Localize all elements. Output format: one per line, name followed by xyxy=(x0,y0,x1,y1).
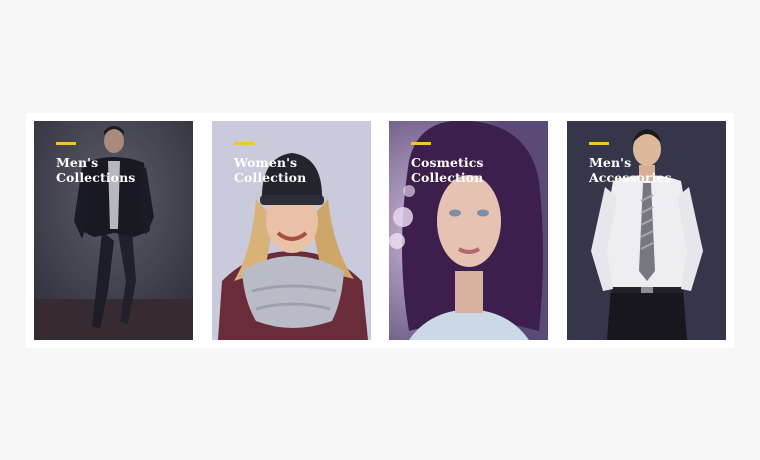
card-title: Men's Accessories xyxy=(589,155,672,185)
woman-beanie-scarf-image xyxy=(212,121,371,340)
man-shirt-tie-image xyxy=(567,121,726,340)
accent-bar xyxy=(56,142,76,145)
card-title: Cosmetics Collection xyxy=(411,155,484,185)
accent-bar xyxy=(589,142,609,145)
card-mens-collections[interactable]: Men's Collections xyxy=(34,121,193,340)
woman-portrait-image xyxy=(389,121,548,340)
accent-bar xyxy=(411,142,431,145)
card-cosmetics-collection[interactable]: Cosmetics Collection xyxy=(389,121,548,340)
card-mens-accessories[interactable]: Men's Accessories xyxy=(567,121,726,340)
card-title: Men's Collections xyxy=(56,155,136,185)
man-leather-jacket-image xyxy=(34,121,193,340)
accent-bar xyxy=(234,142,254,145)
card-womens-collection[interactable]: Women's Collection xyxy=(212,121,371,340)
card-title: Women's Collection xyxy=(234,155,307,185)
